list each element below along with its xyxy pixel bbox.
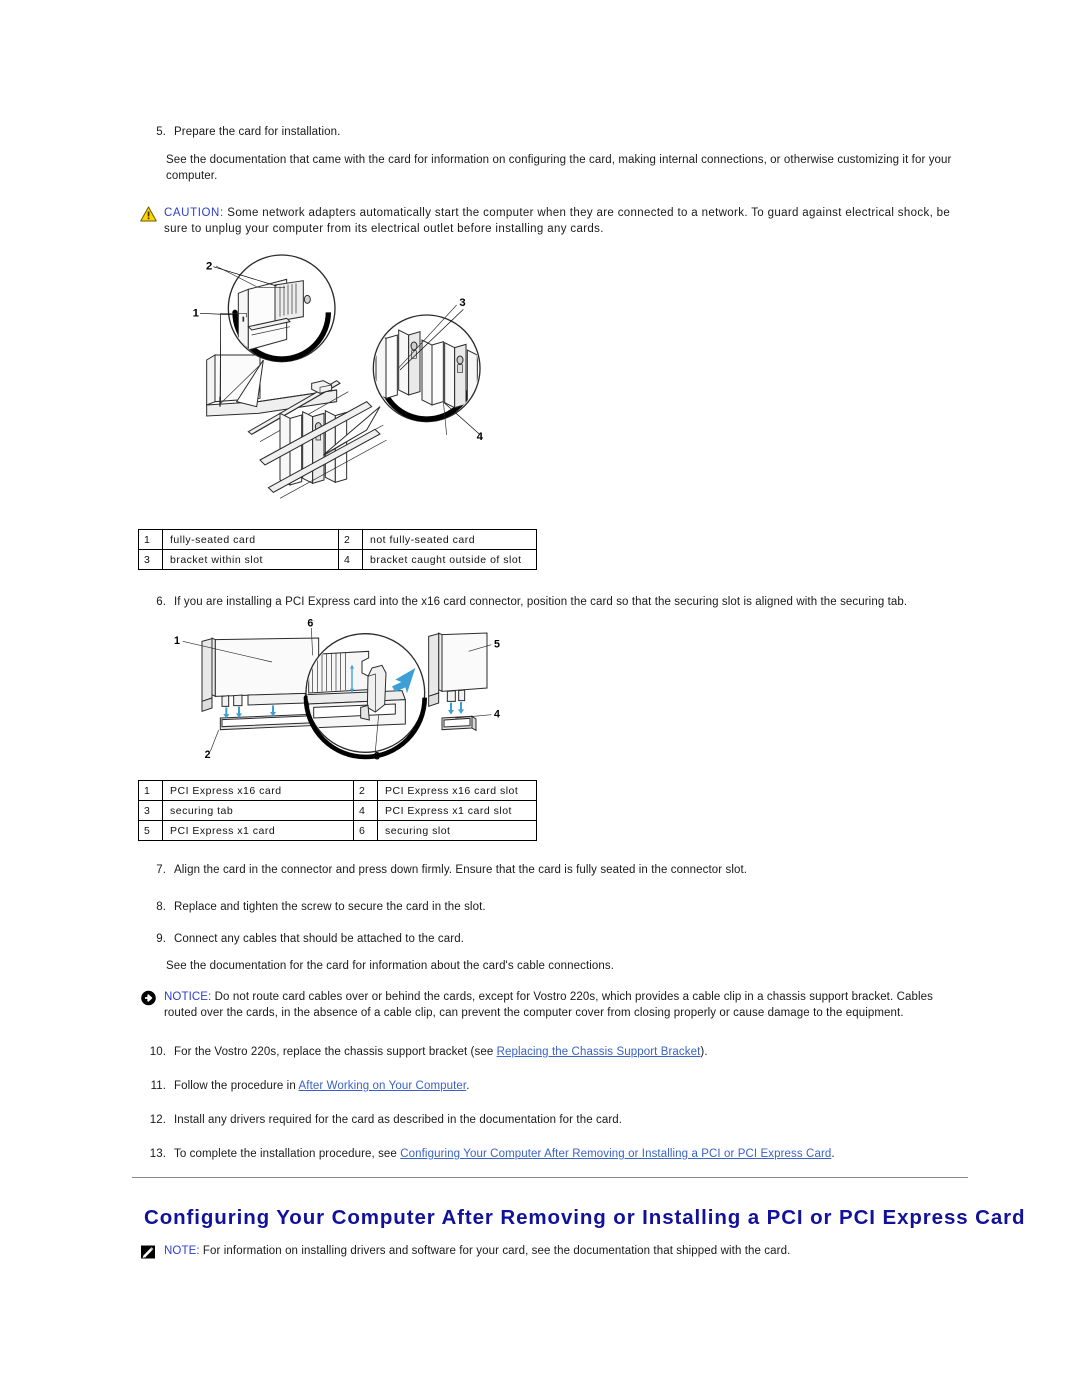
notice-arrow-icon: [140, 990, 157, 1006]
caution-text: CAUTION: Some network adapters automatic…: [164, 205, 952, 237]
legend-value: PCI Express x16 card: [162, 780, 354, 801]
card-seating-illustration: 2 1 3 4: [180, 250, 510, 522]
step-12: 12. Install any drivers required for the…: [140, 1112, 940, 1128]
warning-triangle-icon: [140, 206, 157, 222]
step-12-number: 12.: [149, 1114, 166, 1126]
legend-value: fully-seated card: [162, 529, 339, 550]
figure1-legend-table: 1 fully-seated card 2 not fully-seated c…: [138, 529, 537, 570]
legend-value: securing tab: [162, 800, 354, 821]
step-8-text: Replace and tighten the screw to secure …: [174, 901, 486, 913]
table-row: 1 fully-seated card 2 not fully-seated c…: [138, 529, 537, 550]
notice-body: Do not route card cables over or behind …: [164, 991, 933, 1019]
step-10-text: For the Vostro 220s, replace the chassis…: [174, 1044, 940, 1060]
figure2-callout-5: 5: [494, 638, 500, 650]
table-row: 5 PCI Express x1 card 6 securing slot: [138, 820, 537, 841]
figure1-callout-3: 3: [459, 297, 465, 309]
legend-key: 4: [338, 549, 363, 570]
step-8-number: 8.: [156, 901, 166, 913]
notice-label: NOTICE:: [164, 991, 212, 1003]
step-12-text: Install any drivers required for the car…: [174, 1114, 623, 1126]
step-13-text: To complete the installation procedure, …: [174, 1146, 940, 1162]
legend-key: 2: [353, 780, 378, 801]
table-row: 3 securing tab 4 PCI Express x1 card slo…: [138, 800, 537, 821]
step-5: 5. Prepare the card for installation.: [140, 124, 940, 140]
document-page: 5. Prepare the card for installation. Se…: [0, 0, 1080, 1397]
step-9-paragraph: See the documentation for the card for i…: [166, 960, 615, 972]
notice-text: NOTICE: Do not route card cables over or…: [164, 989, 952, 1021]
step-10: 10. For the Vostro 220s, replace the cha…: [140, 1044, 940, 1060]
step-13-prefix: To complete the installation procedure, …: [174, 1148, 401, 1160]
link-configuring-your-computer[interactable]: Configuring Your Computer After Removing…: [400, 1148, 831, 1160]
legend-key: 5: [138, 820, 163, 841]
caution-label: CAUTION:: [164, 207, 224, 219]
step-13-number: 13.: [149, 1148, 166, 1160]
legend-key: 1: [138, 780, 163, 801]
legend-key: 2: [338, 529, 363, 550]
table-row: 3 bracket within slot 4 bracket caught o…: [138, 549, 537, 570]
note-label: NOTE:: [164, 1245, 200, 1257]
figure2-callout-3: 3: [374, 750, 380, 762]
step-11-text: Follow the procedure in After Working on…: [174, 1078, 940, 1094]
note-text: NOTE: For information on installing driv…: [164, 1243, 952, 1259]
figure2-callout-4: 4: [494, 708, 500, 720]
legend-key: 6: [353, 820, 378, 841]
step-9-number: 9.: [156, 933, 166, 945]
figure1-callout-1: 1: [193, 308, 199, 320]
step-10-number: 10.: [149, 1046, 166, 1058]
note-admonition: NOTE: For information on installing driv…: [140, 1243, 952, 1259]
section-divider: [132, 1177, 968, 1178]
pci-express-card-illustration: 1 2 3 4 5 6: [162, 618, 510, 768]
note-pencil-icon: [140, 1244, 157, 1260]
step-6-text: If you are installing a PCI Express card…: [174, 596, 908, 608]
legend-key: 3: [138, 549, 163, 570]
step-7-number: 7.: [156, 864, 166, 876]
step-11-suffix: .: [466, 1080, 470, 1092]
caution-admonition: CAUTION: Some network adapters automatic…: [140, 205, 952, 237]
step-8: 8. Replace and tighten the screw to secu…: [140, 899, 940, 915]
figure1-callout-2: 2: [206, 260, 212, 272]
legend-value: PCI Express x16 card slot: [377, 780, 537, 801]
figure2-callout-6: 6: [307, 618, 313, 630]
step-10-suffix: ).: [700, 1046, 708, 1058]
legend-key: 3: [138, 800, 163, 821]
link-after-working-on-your-computer[interactable]: After Working on Your Computer: [299, 1080, 467, 1092]
step-5-number: 5.: [156, 126, 166, 138]
legend-value: bracket caught outside of slot: [362, 549, 537, 570]
step-5-text: Prepare the card for installation.: [174, 126, 341, 138]
figure2-legend-table: 1 PCI Express x16 card 2 PCI Express x16…: [138, 780, 537, 841]
step-9-text: Connect any cables that should be attach…: [174, 933, 464, 945]
legend-key: 4: [353, 800, 378, 821]
step-7-text: Align the card in the connector and pres…: [174, 864, 748, 876]
step-9: 9. Connect any cables that should be att…: [140, 931, 940, 947]
legend-key: 1: [138, 529, 163, 550]
legend-value: not fully-seated card: [362, 529, 537, 550]
step-11-prefix: Follow the procedure in: [174, 1080, 299, 1092]
table-row: 1 PCI Express x16 card 2 PCI Express x16…: [138, 780, 537, 801]
step-7: 7. Align the card in the connector and p…: [140, 862, 940, 878]
page-title: Configuring Your Computer After Removing…: [144, 1206, 1026, 1229]
step-5-paragraph: See the documentation that came with the…: [166, 154, 952, 182]
step-13: 13. To complete the installation procedu…: [140, 1146, 940, 1162]
step-11-number: 11.: [150, 1080, 166, 1092]
legend-value: PCI Express x1 card: [162, 820, 354, 841]
step-11: 11. Follow the procedure in After Workin…: [140, 1078, 940, 1094]
note-body: For information on installing drivers an…: [199, 1245, 791, 1257]
legend-value: securing slot: [377, 820, 537, 841]
legend-value: bracket within slot: [162, 549, 339, 570]
caution-body: Some network adapters automatically star…: [164, 207, 951, 235]
link-replacing-chassis-support-bracket[interactable]: Replacing the Chassis Support Bracket: [497, 1046, 701, 1058]
figure2-callout-1: 1: [174, 635, 180, 647]
notice-admonition: NOTICE: Do not route card cables over or…: [140, 989, 952, 1021]
step-6-number: 6.: [156, 596, 166, 608]
step-13-suffix: .: [831, 1148, 835, 1160]
step-10-prefix: For the Vostro 220s, replace the chassis…: [174, 1046, 497, 1058]
step-6: 6. If you are installing a PCI Express c…: [140, 594, 940, 610]
legend-value: PCI Express x1 card slot: [377, 800, 537, 821]
figure2-callout-2: 2: [205, 749, 211, 761]
